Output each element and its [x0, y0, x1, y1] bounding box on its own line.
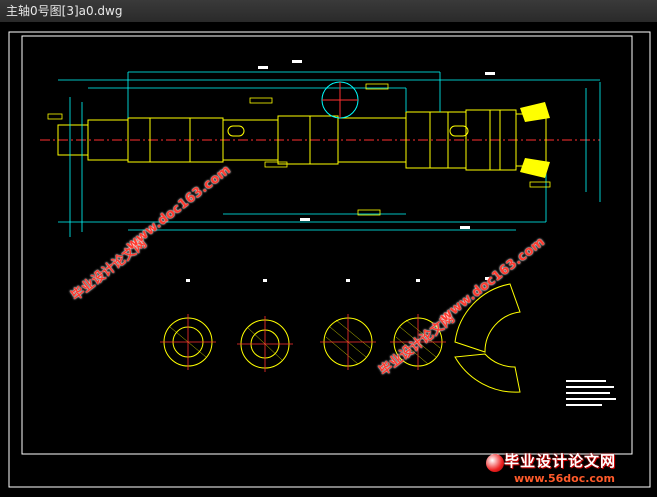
red-globe-icon — [486, 454, 504, 472]
window-title: 主轴0号图[3]a0.dwg — [6, 4, 123, 18]
brand-url: www.56doc.com — [514, 472, 615, 485]
datum-circle — [321, 81, 359, 119]
section-labels — [186, 277, 489, 282]
site-brand: 毕业设计论文网 www.56doc.com — [470, 448, 656, 496]
dimension-lines — [58, 71, 601, 237]
brand-name: 毕业设计论文网 — [504, 452, 617, 470]
tolerance-frames — [47, 83, 551, 216]
technical-notes — [566, 380, 616, 406]
window-titlebar: 主轴0号图[3]a0.dwg — [0, 0, 657, 23]
drawing-canvas[interactable]: 毕业设计论文网 www.doc163.com 毕业设计论文网 www.doc16… — [0, 22, 657, 497]
cad-drawing — [8, 31, 651, 488]
dimension-texts — [258, 60, 495, 229]
